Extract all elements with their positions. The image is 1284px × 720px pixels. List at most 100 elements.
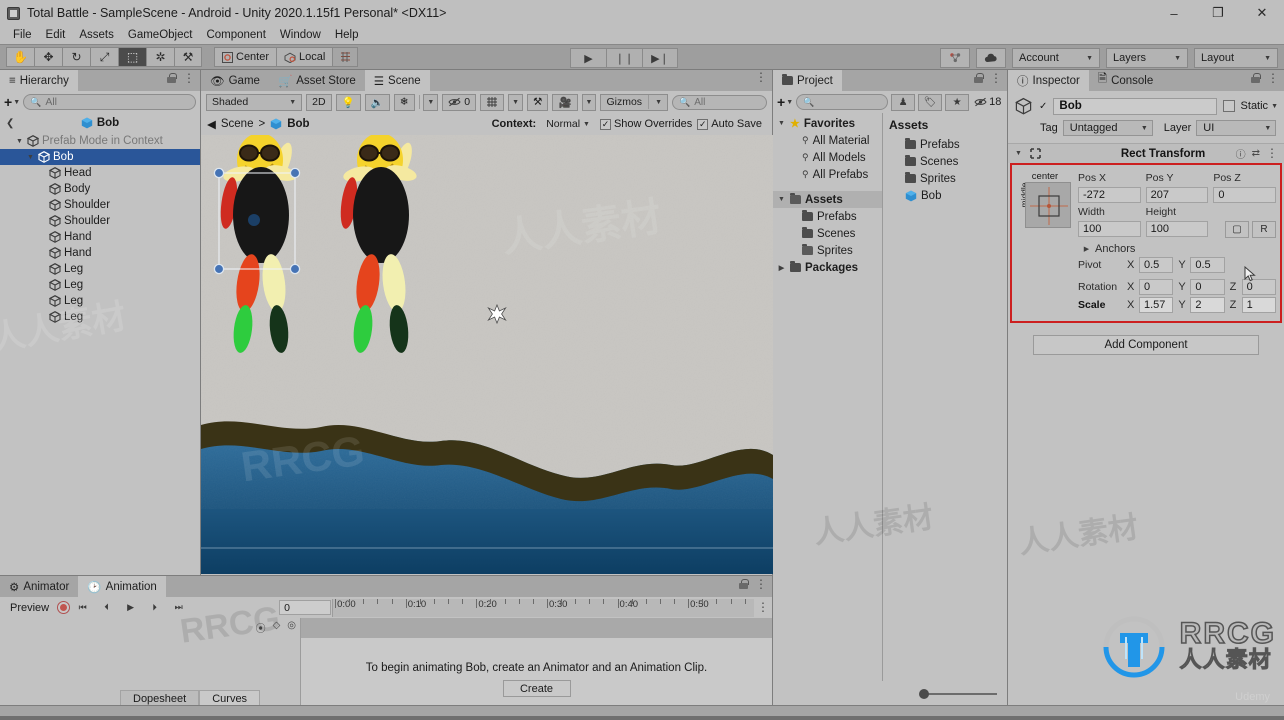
breadcrumb-leaf[interactable]: Bob	[287, 118, 309, 130]
rotation-y-input[interactable]: 0	[1190, 279, 1225, 295]
tab-animation[interactable]: 🕑 Animation	[78, 576, 166, 597]
hierarchy-search-input[interactable]: 🔍 All	[23, 94, 196, 110]
tab-hierarchy[interactable]: ≡ Hierarchy	[0, 70, 78, 91]
layer-dropdown[interactable]: UI ▼	[1196, 120, 1277, 136]
scene-search-input[interactable]: 🔍 All	[672, 94, 767, 110]
pivot-x-input[interactable]: 0.5	[1139, 257, 1174, 273]
rect-transform-header[interactable]: Rect Transform ⓘ ⇄ ⋮	[1008, 143, 1284, 163]
kebab-icon[interactable]: ⋮	[1266, 147, 1278, 159]
anchors-foldout[interactable]: Anchors	[1078, 240, 1276, 257]
maximize-button[interactable]: ❐	[1196, 0, 1240, 26]
lock-icon[interactable]	[167, 73, 177, 83]
lock-icon[interactable]	[974, 73, 984, 83]
project-tree-row-sprites[interactable]: Sprites	[773, 242, 882, 259]
preset-icon[interactable]: ⇄	[1252, 148, 1260, 159]
lock-icon[interactable]	[1251, 73, 1261, 83]
effects-dropdown[interactable]: ▼	[423, 93, 439, 111]
hierarchy-row-leg[interactable]: Leg	[0, 293, 200, 309]
project-asset-scenes[interactable]: Scenes	[883, 153, 1007, 170]
tag-dropdown[interactable]: Untagged ▼	[1062, 120, 1153, 136]
rotation-x-input[interactable]: 0	[1139, 279, 1174, 295]
grid-dropdown[interactable]: ▼	[508, 93, 524, 111]
height-input[interactable]: 100	[1145, 221, 1209, 237]
static-checkbox[interactable]	[1222, 100, 1235, 112]
hand-tool-icon[interactable]: ✋	[6, 47, 34, 67]
anchor-preset-widget[interactable]: center middle	[1018, 171, 1072, 315]
create-asset-button[interactable]: + ▼	[777, 94, 793, 110]
pivot-rotation-button[interactable]: Local	[276, 47, 333, 67]
avatar-filter-icon[interactable]: ♟	[891, 93, 916, 111]
next-frame-button[interactable]: ⏵	[143, 599, 166, 617]
prefab-back-button[interactable]: ❮	[6, 118, 14, 129]
hierarchy-row-bob[interactable]: Bob	[0, 149, 200, 165]
grid-snap-icon[interactable]	[332, 47, 359, 67]
kebab-icon[interactable]: ⋮	[755, 578, 767, 590]
tab-animator[interactable]: ⚙ Animator	[0, 576, 79, 597]
favorite-filter-icon[interactable]: ★	[945, 93, 970, 111]
raw-edit-mode-button[interactable]: R	[1252, 221, 1277, 238]
kebab-icon[interactable]: ⋮	[990, 72, 1002, 84]
scene-viewport[interactable]: RRCG 人人素材	[201, 135, 773, 574]
transform-tool-icon[interactable]: ✲	[146, 47, 174, 67]
minimize-button[interactable]: –	[1152, 0, 1196, 26]
collab-icon[interactable]	[940, 48, 970, 68]
menu-assets[interactable]: Assets	[72, 26, 121, 44]
scale-y-input[interactable]: 2	[1190, 297, 1225, 313]
chevron-right-icon[interactable]	[777, 264, 786, 272]
tab-scene[interactable]: ☰ Scene	[364, 70, 430, 91]
chevron-down-icon[interactable]	[777, 120, 786, 127]
project-search-input[interactable]: 🔍	[796, 94, 889, 110]
pivot-y-input[interactable]: 0.5	[1190, 257, 1225, 273]
scene-camera-dropdown[interactable]: ▼	[581, 93, 597, 111]
custom-tool-icon[interactable]: ⚒	[174, 47, 202, 67]
kebab-icon[interactable]: ⋮	[183, 72, 195, 84]
project-tree-row-packages[interactable]: Packages	[773, 259, 882, 276]
rotate-tool-icon[interactable]: ↻	[62, 47, 90, 67]
project-tree-row-prefabs[interactable]: Prefabs	[773, 208, 882, 225]
preview-button[interactable]: Preview	[3, 602, 56, 614]
play-animation-button[interactable]: ▶	[119, 599, 142, 617]
pos-y-input[interactable]: 207	[1145, 187, 1209, 203]
pos-z-input[interactable]: 0	[1213, 187, 1277, 203]
pivot-mode-button[interactable]: Center	[214, 47, 277, 67]
chevron-down-icon[interactable]	[777, 196, 786, 203]
effects-icon[interactable]: ❄	[393, 93, 415, 111]
hierarchy-row-body[interactable]: Body	[0, 181, 200, 197]
first-frame-button[interactable]: ⏮	[71, 599, 94, 617]
hierarchy-row-leg[interactable]: Leg	[0, 309, 200, 325]
animation-timeline-ruler[interactable]: 0:00 0:10 0:20 0:30 0:40 0:50	[332, 598, 754, 617]
account-dropdown[interactable]: Account ▼	[1012, 48, 1100, 68]
current-frame-input[interactable]: 0	[279, 600, 332, 615]
chevron-down-icon[interactable]	[26, 154, 35, 161]
prev-frame-button[interactable]: ⏴	[95, 599, 118, 617]
lock-icon[interactable]	[739, 579, 749, 589]
anchor-preset-box[interactable]	[1025, 182, 1071, 228]
kebab-icon[interactable]: ⋮	[757, 601, 769, 613]
animation-timeline-area[interactable]: To begin animating Bob, create an Animat…	[300, 618, 772, 709]
static-dropdown[interactable]: Static ▼	[1241, 100, 1278, 112]
enabled-checkbox[interactable]: ✓	[1039, 101, 1047, 112]
breadcrumb-root[interactable]: Scene	[221, 118, 254, 130]
grid-icon[interactable]	[480, 93, 505, 111]
add-event-icon[interactable]: ◎	[287, 620, 296, 635]
project-asset-sprites[interactable]: Sprites	[883, 170, 1007, 187]
project-zoom-slider[interactable]	[773, 681, 1007, 707]
kebab-icon[interactable]: ⋮	[1267, 72, 1279, 84]
play-button[interactable]: ▶	[570, 48, 606, 68]
last-frame-button[interactable]: ⏭	[167, 599, 190, 617]
label-filter-icon[interactable]: 🏷	[918, 93, 943, 111]
slider-knob[interactable]	[919, 689, 929, 700]
scale-tool-icon[interactable]: ⤢	[90, 47, 118, 67]
menu-help[interactable]: Help	[328, 26, 366, 44]
project-tree-row-favorites[interactable]: ★Favorites	[773, 115, 882, 132]
hierarchy-row-leg[interactable]: Leg	[0, 261, 200, 277]
add-component-button[interactable]: Add Component	[1033, 335, 1259, 355]
project-asset-prefabs[interactable]: Prefabs	[883, 136, 1007, 153]
auto-save-checkbox[interactable]: ✓ Auto Save	[697, 118, 762, 130]
scale-x-input[interactable]: 1.57	[1139, 297, 1174, 313]
hierarchy-row-hand[interactable]: Hand	[0, 229, 200, 245]
project-asset-bob[interactable]: Bob	[883, 187, 1007, 204]
gizmos-button[interactable]: Gizmos ▼	[600, 93, 668, 111]
project-tree-row-all-prefabs[interactable]: ⚲ All Prefabs	[773, 166, 882, 183]
rect-tool-icon[interactable]: ⬚	[118, 47, 146, 67]
